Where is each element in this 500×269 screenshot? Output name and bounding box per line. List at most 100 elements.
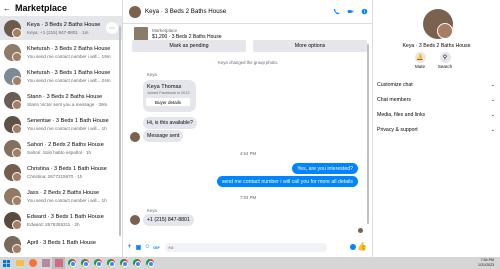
chat-preview: You send me contact number i will... 19m: [27, 53, 111, 59]
message-in: Hi, is this available?: [143, 117, 197, 129]
conversation-title[interactable]: Keya · 3 Beds 2 Baths House: [145, 8, 226, 15]
menu-customize-chat[interactable]: Customize chat ⌄: [377, 79, 495, 91]
conversation-details-panel: Keya · 3 Beds 2 Baths House 🔔 Mute ⚲ Sea…: [373, 0, 500, 257]
chat-preview: You send me contact number i will... 1h: [27, 125, 107, 131]
conversation-avatar[interactable]: [129, 5, 141, 18]
chat-list-item[interactable]: Stann · 3 Beds 2 Baths House Stann Victor…: [0, 88, 122, 112]
bell-icon: 🔔: [414, 52, 426, 63]
taskbar: 7:54 PM 1/31/2023: [0, 257, 500, 269]
buyer-profile-card: Keya Thomas Joined Facebook in 2013 Buye…: [143, 80, 196, 112]
seen-indicator: [358, 228, 363, 233]
chat-list-item[interactable]: April · 3 Beds 1 Bath House: [0, 232, 122, 256]
firefox-icon: [28, 259, 37, 267]
chat-list-item[interactable]: Kheturah · 3 Beds 2 Baths House You send …: [0, 40, 122, 64]
sticker-icon[interactable]: ☺: [144, 244, 151, 251]
system-note: Keya changed the group photo.: [218, 60, 278, 65]
taskbar-photo-active[interactable]: [52, 257, 65, 269]
chat-list-item[interactable]: Senentae · 3 Beds 1 Bath House You send m…: [0, 112, 122, 136]
chat-list-item[interactable]: Christina · 3 Beds 1 Bath House Christina…: [0, 160, 122, 184]
thumbs-up-icon[interactable]: 👍: [357, 242, 367, 251]
folder-icon: [15, 260, 24, 266]
chat-list-item[interactable]: Sahori · 2 Beds 2 Baths House Sahori: Sol…: [0, 136, 122, 160]
conversation-scrollbar[interactable]: [367, 44, 369, 224]
taskbar-chrome-window[interactable]: [104, 257, 117, 269]
message-in: Message sent: [143, 130, 184, 142]
chat-name: Senentae · 3 Beds 1 Bath House: [27, 117, 109, 124]
chrome-icon: [106, 259, 115, 267]
taskbar-file-explorer[interactable]: [13, 257, 26, 269]
menu-privacy-support[interactable]: Privacy & support ⌄: [377, 124, 495, 136]
conversation-header: Keya · 3 Beds 2 Baths House: [123, 0, 372, 24]
menu-media-files-links[interactable]: Media, files and links ⌄: [377, 109, 495, 121]
back-arrow-icon[interactable]: ←: [3, 4, 11, 13]
start-button[interactable]: [0, 257, 13, 269]
chrome-icon: [132, 259, 141, 267]
chat-thumbnail: [4, 211, 22, 230]
mute-button[interactable]: 🔔 Mute: [410, 52, 430, 69]
taskbar-chrome-window[interactable]: [130, 257, 143, 269]
taskbar-chrome-window[interactable]: [65, 257, 78, 269]
more-dots-icon[interactable]: ⋯: [106, 22, 118, 34]
image-icon[interactable]: ▣: [135, 244, 142, 251]
menu-label: Chat members: [377, 97, 412, 103]
search-button[interactable]: ⚲ Search: [435, 52, 455, 69]
chat-thumbnail: [4, 91, 22, 110]
chat-name: Edward · 3 Beds 1 Bath House: [27, 213, 104, 220]
menu-chat-members[interactable]: Chat members ⌄: [377, 94, 495, 106]
taskbar-chrome-window[interactable]: [91, 257, 104, 269]
chat-list-item[interactable]: Kheturah · 3 Beds 1 Baths House You send …: [0, 64, 122, 88]
chat-preview: Edward: 2676355311 · 2h: [27, 221, 80, 227]
chat-list-item[interactable]: Jass · 2 Beds 2 Baths House You send me c…: [0, 184, 122, 208]
taskbar-chrome-window[interactable]: [143, 257, 156, 269]
chat-name: Stann · 3 Beds 2 Baths House: [27, 93, 103, 100]
sender-label: Keya: [147, 208, 157, 213]
chat-thumbnail: [4, 67, 22, 86]
emoji-icon[interactable]: [350, 244, 356, 250]
chat-name: April · 3 Beds 1 Bath House: [27, 240, 97, 246]
info-icon[interactable]: [361, 8, 368, 15]
listing-thumbnail: [134, 27, 148, 41]
video-icon[interactable]: [347, 8, 354, 15]
chevron-down-icon: ⌄: [490, 112, 495, 118]
chat-preview: You send me contact number i will... 1h: [27, 197, 107, 203]
chevron-down-icon: ⌄: [490, 97, 495, 103]
system-clock[interactable]: 7:54 PM 1/31/2023: [478, 258, 494, 268]
chat-thumbnail: [4, 139, 22, 158]
more-options-button[interactable]: More options: [253, 40, 367, 52]
chrome-icon: [145, 259, 154, 267]
message-in: +1 (215) 847-8801: [143, 214, 194, 226]
message-out: send me contact number i will call you f…: [216, 176, 358, 187]
mark-as-pending-button[interactable]: Mark as pending: [132, 40, 246, 52]
gif-icon[interactable]: GIF: [153, 244, 160, 251]
taskbar-chrome-window[interactable]: [78, 257, 91, 269]
buyer-joined: Joined Facebook in 2013: [147, 91, 190, 95]
message-input[interactable]: [165, 242, 327, 252]
chat-list-item[interactable]: Edward · 3 Beds 1 Bath House Edward: 2676…: [0, 208, 122, 232]
chat-list-scrollbar[interactable]: [118, 18, 122, 250]
chat-preview: Stann Victor sent you a message · 39m: [27, 101, 108, 107]
chat-name: Jass · 2 Beds 2 Baths House: [27, 189, 100, 196]
chrome-icon: [67, 259, 76, 267]
chat-list-title: Marketplace: [15, 3, 68, 13]
chrome-icon: [80, 259, 89, 267]
plus-icon[interactable]: +: [126, 244, 133, 251]
sender-label: Keya: [147, 72, 157, 77]
sender-avatar: [130, 215, 140, 225]
chat-thumbnail: [4, 19, 22, 38]
photos-icon: [41, 259, 50, 267]
clock-date: 1/31/2023: [478, 262, 494, 267]
taskbar-chrome-window[interactable]: [117, 257, 130, 269]
chat-thumbnail: [4, 43, 22, 62]
phone-icon[interactable]: [333, 8, 340, 15]
buyer-name: Keya Thomas: [147, 84, 182, 90]
chat-thumbnail: [4, 235, 22, 254]
taskbar-photo[interactable]: [39, 257, 52, 269]
chat-name: Sahori · 2 Beds 2 Baths House: [27, 141, 104, 148]
chat-preview: Christina: 2677215970 · 1h: [27, 173, 83, 179]
buyer-details-button[interactable]: Buyer details: [146, 98, 190, 106]
chat-preview: Keya: +1 (215) 847-8801 · 1m: [27, 29, 89, 35]
taskbar-firefox[interactable]: [26, 257, 39, 269]
chat-list-item[interactable]: Keya · 3 Beds 2 Baths House Keya: +1 (215…: [0, 16, 122, 40]
chat-thumbnail: [4, 187, 22, 206]
timestamp: 4:54 PM: [239, 151, 257, 156]
